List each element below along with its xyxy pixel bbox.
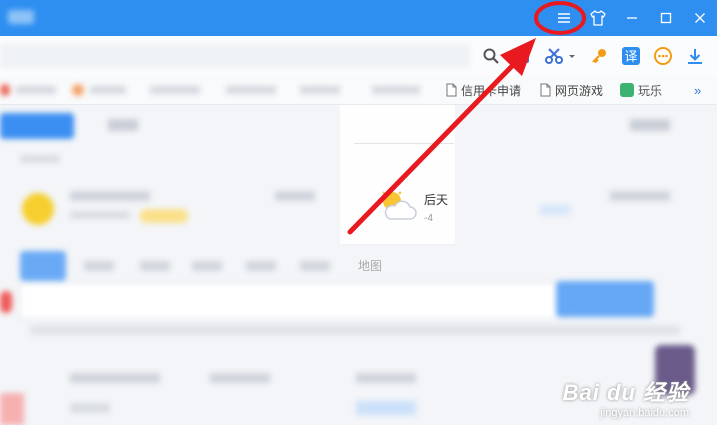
watermark-logo: Bai du 经验 — [562, 380, 689, 405]
page-icon — [540, 83, 551, 97]
window-controls — [547, 0, 717, 36]
bookmark-label: 玩乐 — [638, 83, 663, 98]
bookmark-credit-card[interactable]: 信用卡申请 — [446, 80, 521, 100]
bookmark-label: 网页游戏 — [555, 83, 604, 98]
key-icon[interactable] — [585, 42, 613, 70]
watermark-url: jingyan.baidu.com — [600, 407, 689, 419]
address-bar[interactable] — [0, 44, 470, 68]
tshirt-skin-icon[interactable] — [581, 0, 615, 36]
divider — [340, 244, 455, 245]
game-icon — [620, 83, 634, 97]
bookmarks-bar: 信用卡申请 网页游戏 玩乐 » — [0, 76, 717, 105]
bookmark-label: 信用卡申请 — [461, 83, 522, 98]
minimize-icon[interactable] — [615, 0, 649, 36]
watermark: Bai du 经验 jingyan.baidu.com — [563, 375, 689, 419]
download-icon[interactable] — [681, 42, 709, 70]
toolbar: 译 — [0, 36, 717, 76]
more-bookmarks-icon[interactable]: » — [694, 80, 701, 100]
maximize-icon[interactable] — [649, 0, 683, 36]
scissors-icon[interactable] — [541, 42, 581, 70]
app-logo — [8, 10, 34, 24]
title-bar — [0, 0, 717, 36]
weather-day-label: 后天 — [424, 193, 449, 207]
weather-icon — [378, 189, 418, 226]
translate-icon[interactable]: 译 — [617, 42, 645, 70]
search-icon[interactable] — [477, 42, 505, 70]
screenshot-icon[interactable] — [509, 42, 537, 70]
divider — [354, 143, 454, 144]
hamburger-menu-icon[interactable] — [547, 0, 581, 36]
bookmark-fun[interactable]: 玩乐 — [620, 80, 662, 100]
page-icon — [446, 83, 457, 97]
svg-text:译: 译 — [624, 50, 637, 65]
bookmarks-blurred — [0, 80, 440, 100]
more-icon[interactable] — [649, 42, 677, 70]
toolbar-icons: 译 — [477, 40, 709, 72]
close-icon[interactable] — [683, 0, 717, 36]
bookmark-web-games[interactable]: 网页游戏 — [540, 80, 603, 100]
weather-temperature: -4 — [424, 213, 433, 224]
search-tab-map[interactable]: 地图 — [358, 257, 382, 274]
dropdown-panel: 后天 -4 — [340, 105, 455, 245]
